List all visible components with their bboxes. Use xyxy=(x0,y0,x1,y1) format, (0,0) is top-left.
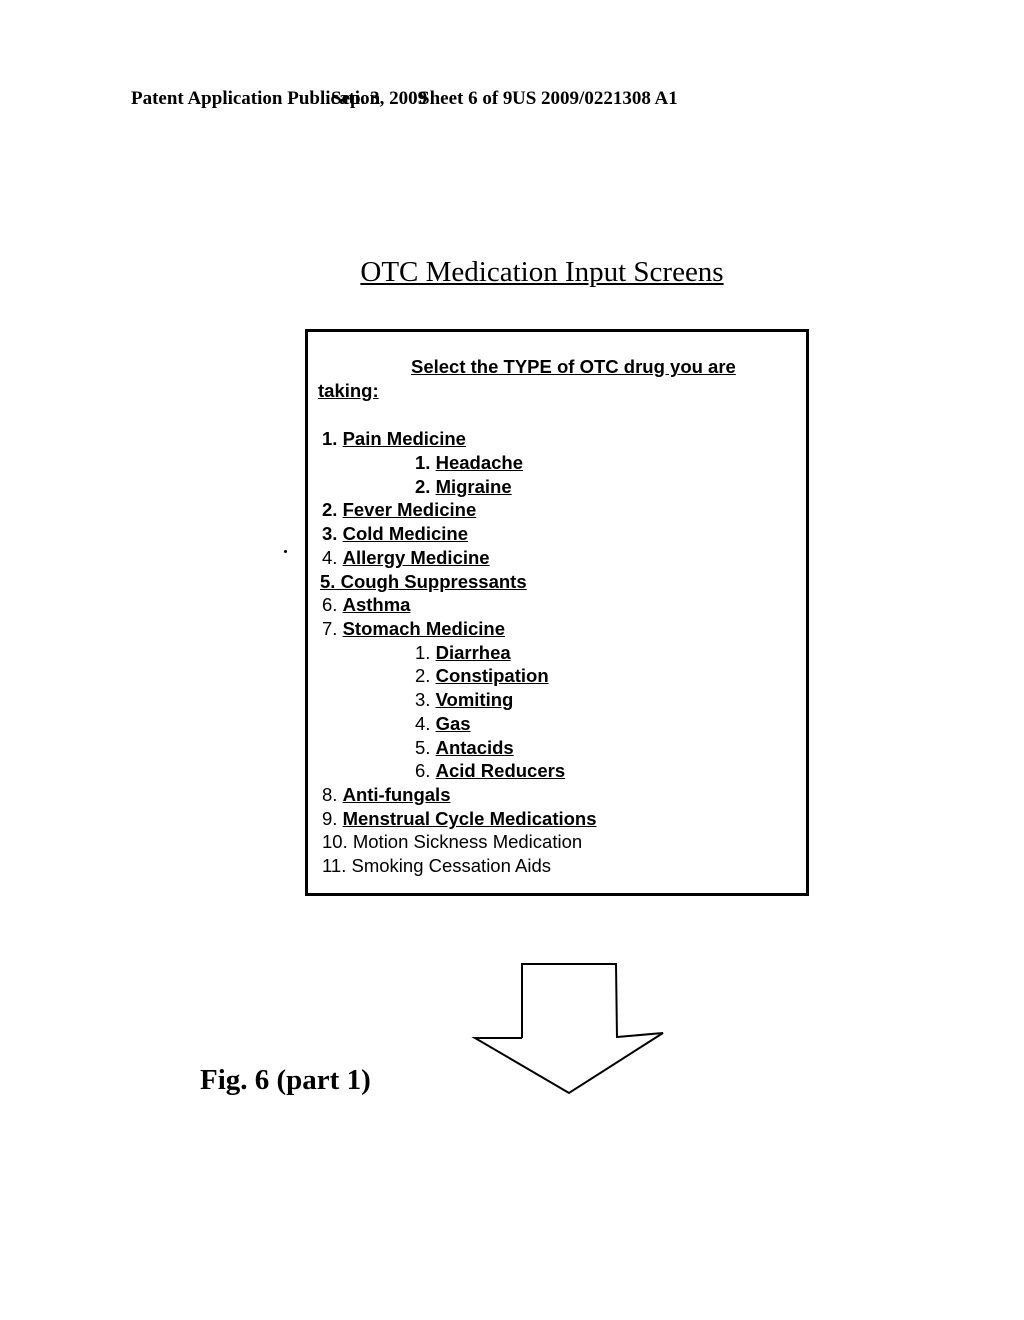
patent-number: US 2009/0221308 A1 xyxy=(512,88,678,109)
option-cough-suppressants[interactable]: 5. Cough Suppressants xyxy=(320,571,527,593)
publication-date: Sep. 3, 2009 xyxy=(331,88,428,109)
stray-dot xyxy=(284,550,287,553)
prompt-line-1: Select the TYPE of OTC drug you are xyxy=(411,356,736,377)
option-headache[interactable]: 1. Headache xyxy=(415,452,523,474)
option-migraine[interactable]: 2. Migraine xyxy=(415,476,512,498)
option-gas[interactable]: 4. Gas xyxy=(415,713,471,735)
option-anti-fungals[interactable]: 8. Anti-fungals xyxy=(322,784,450,806)
option-cold-medicine[interactable]: 3. Cold Medicine xyxy=(322,523,468,545)
option-stomach-medicine[interactable]: 7. Stomach Medicine xyxy=(322,618,505,640)
otc-input-screen: Select the TYPE of OTC drug you are taki… xyxy=(305,329,809,896)
prompt-line-2: taking: xyxy=(318,380,379,401)
down-arrow-icon xyxy=(470,960,670,1105)
sheet-number: Sheet 6 of 9 xyxy=(419,88,513,109)
figure-label: Fig. 6 (part 1) xyxy=(200,1064,371,1096)
option-smoking-cessation-aids[interactable]: 11. Smoking Cessation Aids xyxy=(322,855,551,877)
option-allergy-medicine[interactable]: 4. Allergy Medicine xyxy=(322,547,490,569)
otc-type-list: Select the TYPE of OTC drug you are taki… xyxy=(308,332,806,893)
option-motion-sickness-medication[interactable]: 10. Motion Sickness Medication xyxy=(322,831,582,853)
option-diarrhea[interactable]: 1. Diarrhea xyxy=(415,642,511,664)
option-menstrual-cycle-medications[interactable]: 9. Menstrual Cycle Medications xyxy=(322,808,597,830)
option-acid-reducers[interactable]: 6. Acid Reducers xyxy=(415,760,565,782)
option-asthma[interactable]: 6. Asthma xyxy=(322,594,410,616)
patent-header: Patent Application Publication Sep. 3, 2… xyxy=(131,88,891,118)
figure-title: OTC Medication Input Screens xyxy=(360,256,724,288)
option-constipation[interactable]: 2. Constipation xyxy=(415,665,549,687)
option-antacids[interactable]: 5. Antacids xyxy=(415,737,514,759)
option-fever-medicine[interactable]: 2. Fever Medicine xyxy=(322,499,476,521)
option-pain-medicine[interactable]: 1. Pain Medicine xyxy=(322,428,466,450)
option-vomiting[interactable]: 3. Vomiting xyxy=(415,689,513,711)
